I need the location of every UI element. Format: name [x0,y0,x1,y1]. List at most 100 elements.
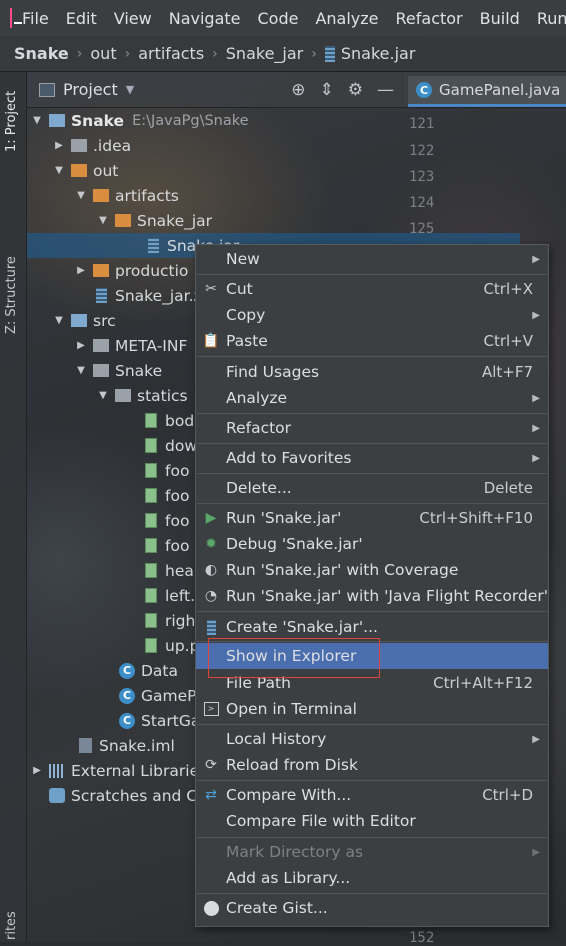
menu-separator [197,893,547,894]
tree-label: foo [165,511,190,530]
menu-view[interactable]: View [114,9,152,28]
scratches-icon [49,788,65,803]
editor-tab-gamepanel[interactable]: C GamePanel.java [408,76,566,107]
module-folder-icon [49,114,65,127]
breadcrumb-artifacts[interactable]: artifacts [138,44,204,63]
menu-shortcut: Ctrl+D [482,786,533,804]
menu-item-analyze[interactable]: Analyze ▶ [196,385,548,411]
tab-favorites[interactable]: rites [4,911,19,940]
menu-item-compare-file-editor[interactable]: Compare File with Editor [196,808,548,834]
expanded-arrow-icon[interactable]: ▼ [53,315,65,326]
archive-file-icon [96,288,107,303]
menu-item-paste[interactable]: 📋 Paste Ctrl+V [196,328,548,354]
expanded-arrow-icon[interactable]: ▼ [97,390,109,401]
expanded-arrow-icon[interactable]: ▼ [53,165,65,176]
menu-item-cut[interactable]: ✂ Cut Ctrl+X [196,276,548,302]
menu-item-debug[interactable]: ✹ Debug 'Snake.jar' [196,531,548,557]
menu-item-delete[interactable]: Delete... Delete [196,475,548,501]
collapse-all-icon[interactable]: ⇕ [320,80,334,100]
tree-item-artifacts[interactable]: ▼ artifacts [27,183,450,208]
excluded-folder-icon [93,264,109,277]
menu-shortcut: Alt+F7 [481,363,533,381]
menu-item-create-gist[interactable]: Create Gist... [196,895,548,921]
menu-item-local-history[interactable]: Local History ▶ [196,726,548,752]
menu-item-run-coverage[interactable]: ◐ Run 'Snake.jar' with Coverage [196,557,548,583]
expanded-arrow-icon[interactable]: ▼ [75,365,87,376]
menu-item-create[interactable]: Create 'Snake.jar'... [196,614,548,640]
tree-item-root[interactable]: ▼ Snake E:\JavaPg\Snake [27,108,406,133]
expanded-arrow-icon[interactable]: ▼ [31,115,43,126]
menu-item-find-usages[interactable]: Find Usages Alt+F7 [196,359,548,385]
menu-build[interactable]: Build [480,9,520,28]
minimize-icon[interactable]: — [377,80,394,100]
class-icon: C [416,82,432,98]
collapsed-arrow-icon[interactable]: ▶ [75,340,87,351]
collapsed-arrow-icon[interactable]: ▶ [53,140,65,151]
menu-separator [197,413,547,414]
menu-shortcut: Ctrl+X [483,280,533,298]
jar-file-icon [148,238,159,253]
menu-item-add-library[interactable]: Add as Library... [196,865,548,891]
menu-refactor[interactable]: Refactor [396,9,463,28]
menu-run[interactable]: Run [537,9,566,28]
menu-item-add-to-favorites[interactable]: Add to Favorites ▶ [196,445,548,471]
menu-item-open-terminal[interactable]: > Open in Terminal [196,696,548,722]
chevron-down-icon[interactable]: ▼ [126,83,134,96]
collapsed-arrow-icon[interactable]: ▶ [75,265,87,276]
menu-navigate[interactable]: Navigate [169,9,241,28]
menu-separator [197,274,547,275]
clipboard-icon: 📋 [202,333,220,349]
expanded-arrow-icon[interactable]: ▼ [75,190,87,201]
tree-label: Scratches and Co [71,786,207,805]
tree-item-out[interactable]: ▼ out [27,158,428,183]
tab-structure[interactable]: Z: Structure [4,256,19,334]
menu-separator [197,611,547,612]
line-number: 152 [409,930,435,946]
project-toolbar: ⊕ ⇕ ⚙ — [291,80,394,100]
package-icon [115,389,131,402]
tree-label: Snake_jar [137,211,213,230]
menu-code[interactable]: Code [258,9,299,28]
menu-edit[interactable]: Edit [66,9,97,28]
expanded-arrow-icon[interactable]: ▼ [97,215,109,226]
breadcrumb-snake[interactable]: Snake [14,44,69,63]
menu-item-compare-with[interactable]: ⇄ Compare With... Ctrl+D [196,782,548,808]
menu-item-run-jfr[interactable]: ◔ Run 'Snake.jar' with 'Java Flight Reco… [196,583,548,609]
class-icon: C [119,712,135,729]
tree-label: statics [137,386,188,405]
refresh-icon: ⟳ [205,757,217,773]
class-icon: C [119,662,135,679]
menu-file[interactable]: File [22,9,49,28]
jar-file-icon [202,618,220,636]
menu-item-reload[interactable]: ⟳ Reload from Disk [196,752,548,778]
breadcrumb-snake-jar[interactable]: Snake.jar [341,44,416,63]
breadcrumb-snake-jar-dir[interactable]: Snake_jar [226,44,303,63]
collapsed-arrow-icon[interactable]: ▶ [31,765,43,776]
scissors-icon: ✂ [205,281,217,297]
menu-item-label: Create 'Snake.jar'... [226,618,378,636]
module-file-icon [79,738,92,753]
compare-arrows-icon: ⇄ [205,787,217,803]
menu-item-copy[interactable]: Copy ▶ [196,302,548,328]
breadcrumb-separator-icon: › [76,45,83,62]
breadcrumb-separator-icon: › [311,45,317,62]
highlight-annotation-box [208,638,380,678]
menu-item-refactor[interactable]: Refactor ▶ [196,415,548,441]
menu-item-label: Add as Library... [226,869,351,887]
tree-item-snake-jar-dir[interactable]: ▼ Snake_jar [27,208,472,233]
menu-item-label: Run 'Snake.jar' [226,509,342,527]
menu-analyze[interactable]: Analyze [315,9,378,28]
menu-separator [197,503,547,504]
project-panel-title[interactable]: Project [63,80,118,99]
tab-project[interactable]: 1: Project [4,91,19,152]
locate-target-icon[interactable]: ⊕ [291,80,305,100]
gear-icon[interactable]: ⚙ [348,80,363,100]
tree-label: hea [165,561,194,580]
line-number: 121 [409,116,435,132]
menu-item-label: Compare File with Editor [226,812,416,830]
breadcrumb-out[interactable]: out [90,44,116,63]
menu-item-run[interactable]: ▶ Run 'Snake.jar' Ctrl+Shift+F10 [196,505,548,531]
menu-item-new[interactable]: New ▶ [196,246,548,272]
breadcrumb-separator-icon: › [212,45,218,62]
tree-item-idea[interactable]: ▶ .idea [27,133,428,158]
